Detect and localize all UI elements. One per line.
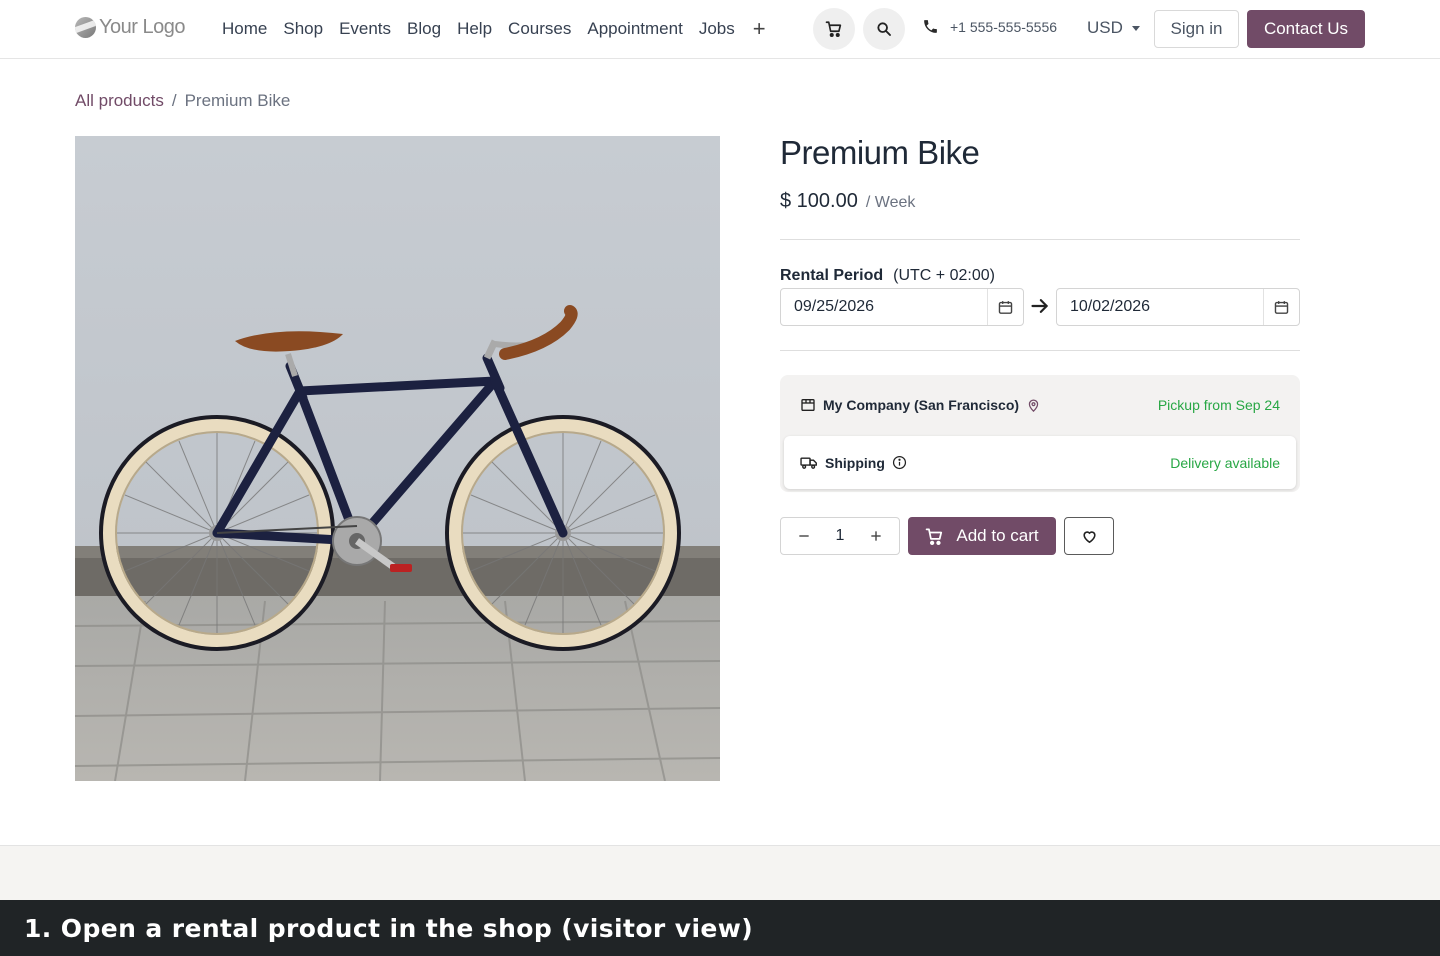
rental-period-label: Rental Period (UTC + 02:00) <box>780 267 995 285</box>
truck-icon <box>800 456 817 469</box>
nav-item-courses[interactable]: Courses <box>500 17 579 41</box>
nav-item-blog[interactable]: Blog <box>399 17 449 41</box>
pickup-status: Pickup from Sep 24 <box>1157 397 1280 413</box>
pickup-location: My Company (San Francisco) <box>823 397 1020 413</box>
quantity-increase-button[interactable] <box>853 518 899 554</box>
product-image <box>75 136 720 781</box>
divider <box>780 239 1300 240</box>
phone-link[interactable]: +1 555-555-5556 <box>922 18 1057 35</box>
shipping-status: Delivery available <box>1170 454 1280 471</box>
end-date-calendar-button[interactable] <box>1263 289 1299 325</box>
breadcrumb-all-products[interactable]: All products <box>75 91 164 111</box>
product-price: $ 100.00 / Week <box>780 190 915 213</box>
cart-button[interactable] <box>813 8 855 50</box>
cart-icon <box>926 528 943 545</box>
minus-icon <box>799 535 809 537</box>
store-icon <box>801 399 815 411</box>
nav-item-home[interactable]: Home <box>214 17 275 41</box>
pickup-option[interactable]: My Company (San Francisco) Pickup from S… <box>780 375 1300 435</box>
cart-icon <box>825 21 842 38</box>
end-date-value: 10/02/2026 <box>1070 298 1151 315</box>
breadcrumb-current: Premium Bike <box>184 91 291 110</box>
product-title: Premium Bike <box>780 134 980 171</box>
chevron-down-icon <box>1131 25 1140 31</box>
start-date-calendar-button[interactable] <box>987 289 1023 325</box>
quantity-value[interactable]: 1 <box>836 527 845 545</box>
plus-icon <box>871 531 881 541</box>
site-logo[interactable]: Your Logo <box>75 16 185 39</box>
divider <box>780 350 1300 351</box>
nav-item-events[interactable]: Events <box>331 17 399 41</box>
search-icon <box>877 22 891 36</box>
info-icon[interactable] <box>892 455 907 470</box>
contact-us-button[interactable]: Contact Us <box>1247 10 1365 48</box>
rental-end-date-input[interactable]: 10/02/2026 <box>1056 288 1300 326</box>
price-unit: / Week <box>865 194 916 211</box>
site-header: Your Logo Home Shop Events Blog Help Cou… <box>0 0 1440 59</box>
add-to-cart-label: Add to cart <box>956 526 1039 545</box>
phone-icon <box>924 20 937 33</box>
nav-item-help[interactable]: Help <box>449 17 500 41</box>
currency-value: USD <box>1087 18 1123 37</box>
quantity-stepper: 1 <box>780 517 900 555</box>
logo-text: Your Logo <box>99 16 185 38</box>
sign-in-button[interactable]: Sign in <box>1154 10 1239 48</box>
price-amount: $ 100.00 <box>780 190 858 212</box>
start-date-value: 09/25/2026 <box>794 298 875 315</box>
logo-mark-icon <box>75 17 96 38</box>
rental-timezone: (UTC + 02:00) <box>893 267 995 284</box>
footer-band <box>0 845 1440 900</box>
step-caption: 1. Open a rental product in the shop (vi… <box>0 900 1440 956</box>
nav-item-jobs[interactable]: Jobs <box>691 17 743 41</box>
arrow-right-icon <box>1030 296 1050 321</box>
availability-panel: My Company (San Francisco) Pickup from S… <box>780 375 1300 492</box>
calendar-icon <box>998 300 1013 314</box>
nav-item-shop[interactable]: Shop <box>275 17 331 41</box>
calendar-icon <box>1274 300 1289 314</box>
rental-period-title: Rental Period <box>780 267 884 284</box>
add-to-cart-button[interactable]: Add to cart <box>908 517 1056 555</box>
nav-more-button[interactable]: + <box>743 18 776 40</box>
rental-start-date-input[interactable]: 09/25/2026 <box>780 288 1024 326</box>
breadcrumb: All products / Premium Bike <box>75 91 290 111</box>
currency-selector[interactable]: USD <box>1087 18 1140 38</box>
nav-item-appointment[interactable]: Appointment <box>579 17 690 41</box>
quantity-decrease-button[interactable] <box>781 518 827 554</box>
heart-icon <box>1082 530 1096 543</box>
search-button[interactable] <box>863 8 905 50</box>
breadcrumb-separator: / <box>171 91 177 110</box>
shipping-option[interactable]: Shipping Delivery available <box>784 436 1296 489</box>
main-nav: Home Shop Events Blog Help Courses Appoi… <box>214 17 776 41</box>
shipping-label: Shipping <box>825 454 885 471</box>
phone-number: +1 555-555-5556 <box>950 18 1058 35</box>
map-pin-icon[interactable] <box>1026 398 1041 413</box>
add-to-wishlist-button[interactable] <box>1064 517 1114 555</box>
